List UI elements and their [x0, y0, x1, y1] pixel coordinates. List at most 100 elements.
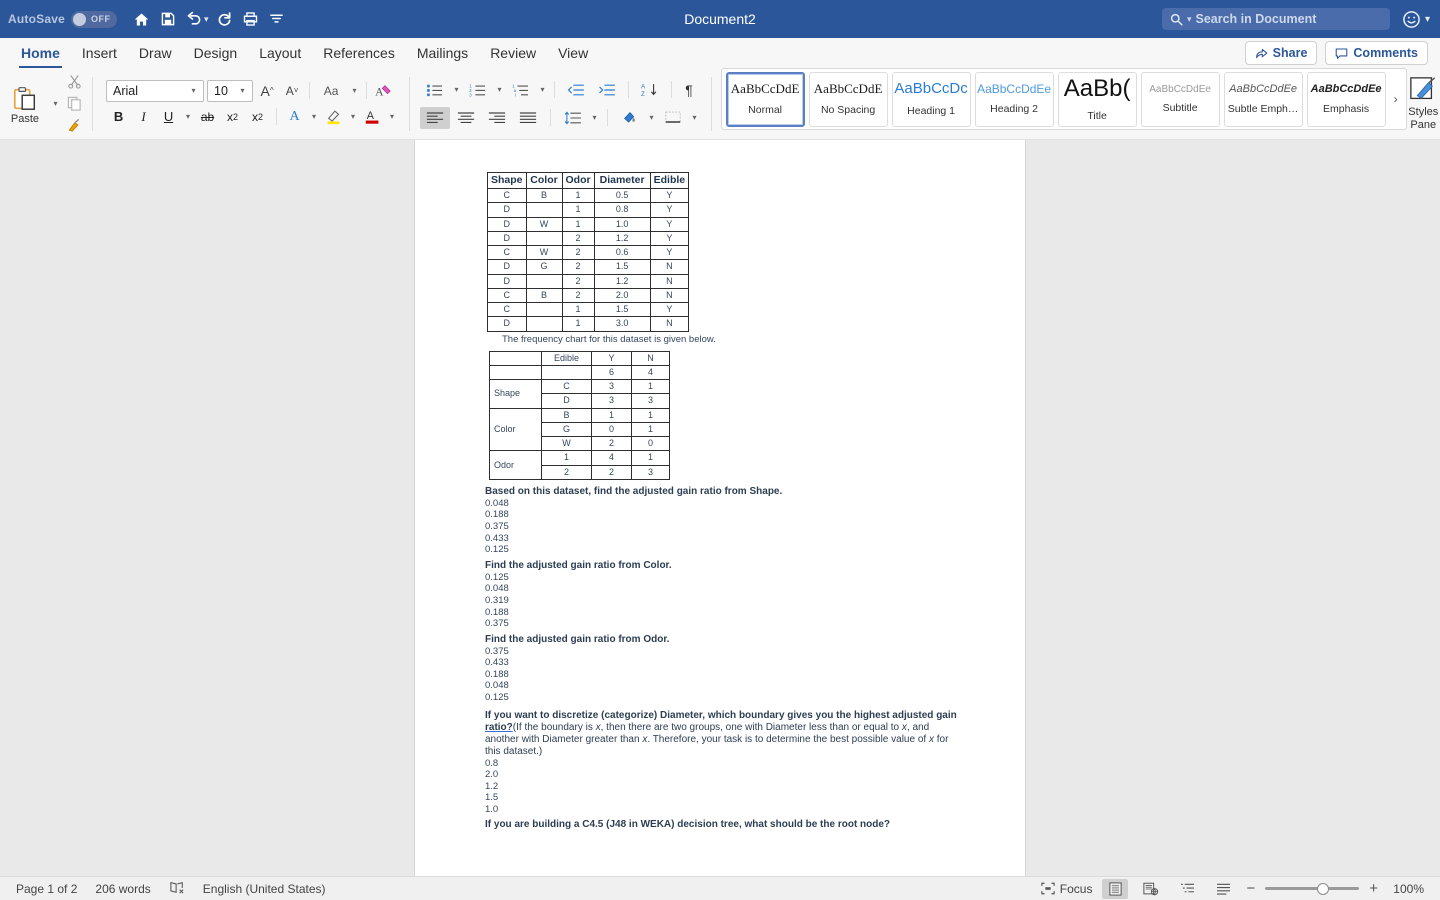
underline-icon[interactable]: U	[158, 106, 180, 128]
style-normal[interactable]: AaBbCcDdE Normal	[725, 71, 805, 127]
styles-gallery-more-icon[interactable]: ›	[1390, 92, 1402, 106]
tab-references[interactable]: References	[312, 41, 406, 66]
tab-draw[interactable]: Draw	[128, 41, 183, 66]
undo-dropdown-caret-icon[interactable]: ▾	[204, 14, 209, 25]
underline-caret-icon[interactable]: ▾	[183, 112, 194, 121]
cut-button[interactable]	[63, 72, 85, 92]
italic-icon[interactable]: I	[133, 106, 155, 128]
superscript-icon[interactable]: x2	[247, 106, 269, 128]
web-layout-view-button[interactable]	[1138, 879, 1164, 899]
zoom-in-button[interactable]: +	[1369, 880, 1378, 897]
question-4-options: 0.8 2.0 1.2 1.5 1.0	[485, 758, 965, 816]
strikethrough-icon[interactable]: ab	[197, 106, 219, 128]
highlight-color-icon[interactable]	[323, 106, 345, 128]
paste-dropdown-caret-icon[interactable]: ▾	[50, 99, 61, 108]
document-page[interactable]: Shape Color Odor Diameter Edible C B 1 0.5 Y…	[415, 140, 1025, 876]
bullet-list-icon[interactable]	[420, 79, 450, 101]
zoom-slider-handle[interactable]	[1317, 882, 1330, 895]
align-right-icon[interactable]	[482, 107, 512, 129]
format-painter-button[interactable]	[63, 116, 85, 136]
style-subtle-emphasis[interactable]: AaBbCcDdEe Subtle Emph…	[1223, 71, 1303, 127]
style-subtitle[interactable]: AaBbCcDdEe Subtitle	[1140, 71, 1220, 127]
style-heading-2[interactable]: AaBbCcDdEe Heading 2	[974, 71, 1054, 127]
zoom-level[interactable]: 100%	[1388, 882, 1424, 896]
multilevel-list-icon[interactable]: 1ai	[506, 79, 536, 101]
home-icon[interactable]	[129, 5, 155, 33]
font-size-input[interactable]: 10 ▾	[207, 79, 254, 102]
print-icon[interactable]	[237, 5, 263, 33]
clear-formatting-icon[interactable]: A	[373, 80, 395, 102]
style-title[interactable]: AaBb( Title	[1057, 71, 1137, 127]
copy-button[interactable]	[63, 94, 85, 114]
paste-button[interactable]: Paste	[0, 68, 50, 139]
search-dropdown-caret-icon[interactable]: ▾	[1187, 14, 1192, 25]
style-no-spacing[interactable]: AaBbCcDdE No Spacing	[808, 71, 888, 127]
q4-link[interactable]: ratio?	[485, 722, 513, 733]
redo-icon[interactable]	[211, 5, 237, 33]
tab-review[interactable]: Review	[479, 41, 547, 66]
draft-view-button[interactable]	[1210, 879, 1236, 899]
outline-view-button[interactable]	[1174, 879, 1200, 899]
font-name-caret-icon[interactable]: ▾	[188, 86, 199, 95]
styles-pane-button[interactable]: Styles Pane	[1407, 68, 1440, 139]
tab-mailings[interactable]: Mailings	[406, 41, 479, 66]
shading-icon[interactable]	[615, 107, 645, 129]
numbered-list-caret-icon[interactable]: ▾	[494, 85, 505, 94]
text-effects-icon[interactable]: A	[284, 106, 306, 128]
account-avatar-icon[interactable]: ▾	[1402, 10, 1430, 29]
style-heading-1[interactable]: AaBbCcDc Heading 1	[891, 71, 971, 127]
account-caret-icon[interactable]: ▾	[1425, 14, 1430, 25]
zoom-out-button[interactable]: −	[1246, 880, 1255, 897]
grow-font-icon[interactable]: A ^	[256, 80, 278, 102]
language-indicator[interactable]: English (United States)	[203, 882, 326, 896]
share-button[interactable]: Share	[1244, 41, 1318, 65]
text-effects-caret-icon[interactable]: ▾	[309, 112, 320, 121]
tab-design[interactable]: Design	[183, 41, 249, 66]
tab-layout[interactable]: Layout	[248, 41, 312, 66]
table-cell: D	[487, 216, 527, 232]
tab-insert[interactable]: Insert	[71, 41, 128, 66]
subscript-icon[interactable]: x2	[222, 106, 244, 128]
font-name-input[interactable]: Arial ▾	[106, 79, 205, 102]
font-color-caret-icon[interactable]: ▾	[387, 112, 398, 121]
table-cell: D	[487, 230, 527, 247]
change-case-icon[interactable]: Aa	[316, 80, 346, 102]
shading-caret-icon[interactable]: ▾	[646, 113, 657, 122]
autosave-toggle[interactable]: OFF	[70, 10, 117, 28]
search-input[interactable]: ▾ Search in Document	[1161, 8, 1390, 30]
save-icon[interactable]	[155, 5, 181, 33]
borders-caret-icon[interactable]: ▾	[689, 113, 700, 122]
line-spacing-caret-icon[interactable]: ▾	[589, 113, 600, 122]
print-layout-view-button[interactable]	[1102, 878, 1129, 899]
align-left-icon[interactable]	[420, 106, 451, 129]
style-emphasis[interactable]: AaBbCcDdEe Emphasis	[1306, 71, 1386, 127]
decrease-indent-icon[interactable]	[561, 79, 591, 101]
comments-button[interactable]: Comments	[1325, 41, 1428, 65]
word-count[interactable]: 206 words	[95, 882, 150, 896]
tab-view[interactable]: View	[547, 41, 599, 66]
document-canvas[interactable]: Shape Color Odor Diameter Edible C B 1 0.5 Y…	[0, 140, 1440, 876]
shrink-font-icon[interactable]: A ˅	[281, 80, 303, 102]
sort-icon[interactable]: AZ	[635, 79, 665, 101]
line-spacing-icon[interactable]	[558, 107, 588, 129]
font-size-caret-icon[interactable]: ▾	[237, 86, 248, 95]
bullet-list-caret-icon[interactable]: ▾	[451, 85, 462, 94]
proofing-errors-icon[interactable]	[169, 880, 185, 897]
show-formatting-marks-icon[interactable]: ¶	[678, 79, 700, 101]
increase-indent-icon[interactable]	[592, 79, 622, 101]
focus-button[interactable]: Focus	[1041, 882, 1092, 896]
change-case-caret-icon[interactable]: ▾	[349, 86, 360, 95]
numbered-list-icon[interactable]: 123	[463, 79, 493, 101]
align-center-icon[interactable]	[451, 107, 481, 129]
multilevel-list-caret-icon[interactable]: ▾	[537, 85, 548, 94]
tab-home[interactable]: Home	[10, 41, 71, 68]
bold-icon[interactable]: B	[108, 106, 130, 128]
zoom-slider[interactable]	[1265, 882, 1360, 895]
page-indicator[interactable]: Page 1 of 2	[16, 882, 77, 896]
customize-quick-access-icon[interactable]	[263, 5, 289, 33]
font-color-icon[interactable]: A	[362, 106, 384, 128]
borders-icon[interactable]	[658, 107, 688, 129]
search-placeholder: Search in Document	[1195, 12, 1317, 26]
justify-icon[interactable]	[513, 107, 543, 129]
highlight-caret-icon[interactable]: ▾	[348, 112, 359, 121]
